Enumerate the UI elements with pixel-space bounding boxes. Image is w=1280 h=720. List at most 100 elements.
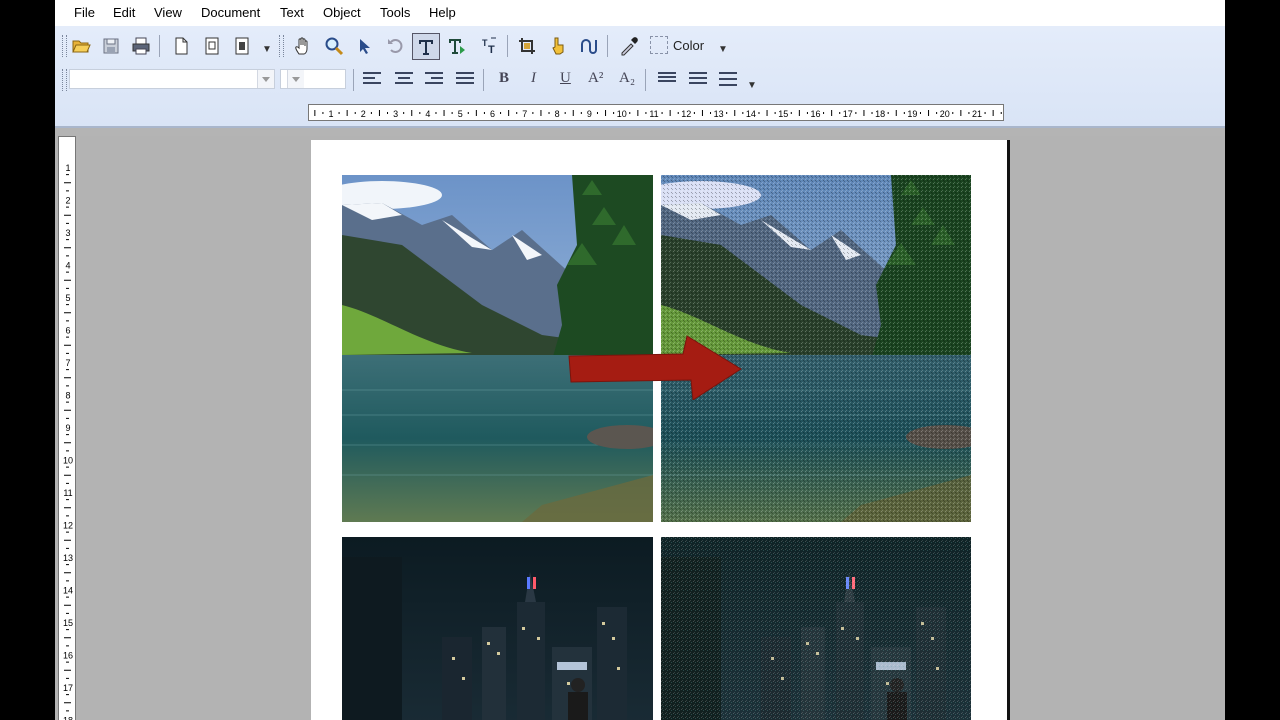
horizontal-ruler-ticks: 1 2 3 4 5 6 7 8 9 10 11 12 13 14 15 16 17 18 19 20 21 [314, 109, 1002, 119]
toolbar-separator [507, 35, 508, 57]
text-effect-icon[interactable] [445, 34, 469, 58]
ruler-label: 17 [843, 109, 853, 119]
ruler-label: 4 [425, 109, 430, 119]
font-size-select[interactable]: 12 [280, 69, 346, 89]
pointer-hand-icon[interactable] [546, 34, 570, 58]
ruler-label: 6 [65, 326, 70, 336]
ruler-label: 10 [63, 456, 73, 466]
ruler-label: 11 [649, 109, 658, 119]
ruler-label: 18 [63, 716, 73, 720]
text-resize-icon[interactable]: TT [477, 34, 501, 58]
bold-button[interactable]: B [499, 70, 509, 87]
align-left-icon[interactable] [363, 72, 381, 88]
ruler-label: 2 [361, 109, 366, 119]
ruler-label: 17 [63, 683, 73, 693]
application-window: File Edit View Document Text Object Tool… [55, 0, 1225, 720]
toolbar-separator [607, 35, 608, 57]
menu-file[interactable]: File [74, 5, 95, 20]
menu-bar: File Edit View Document Text Object Tool… [55, 0, 1225, 26]
select-arrow-icon[interactable] [353, 34, 377, 58]
toolbar-separator [159, 35, 160, 57]
align-justify-icon[interactable] [456, 72, 474, 88]
curve-icon[interactable] [577, 34, 601, 58]
line-spacing-single-icon[interactable] [658, 72, 676, 88]
ruler-label: 19 [907, 109, 917, 119]
svg-text:T: T [488, 44, 495, 56]
ruler-label: 11 [63, 488, 72, 498]
menu-view[interactable]: View [154, 5, 182, 20]
ruler-label: 3 [393, 109, 398, 119]
ruler-label: 12 [681, 109, 691, 119]
superscript-button[interactable]: A² [588, 70, 603, 87]
menu-text[interactable]: Text [280, 5, 304, 20]
ruler-label: 20 [940, 109, 950, 119]
ruler-label: 16 [810, 109, 820, 119]
ruler-label: 4 [65, 261, 70, 271]
menu-tools[interactable]: Tools [380, 5, 410, 20]
line-spacing-medium-icon[interactable] [689, 72, 707, 88]
ruler-label: 14 [746, 109, 756, 119]
chevron-down-icon[interactable]: ▼ [747, 80, 757, 91]
ruler-label: 5 [458, 109, 463, 119]
line-spacing-double-icon[interactable] [719, 72, 737, 88]
ruler-label: 10 [617, 109, 627, 119]
ruler-label: 2 [65, 196, 70, 206]
hand-tool-icon[interactable] [291, 34, 315, 58]
new-page-icon[interactable] [169, 34, 193, 58]
chevron-down-icon[interactable]: ▼ [262, 44, 272, 55]
ruler-label: 3 [65, 228, 70, 238]
vertical-ruler: 123456789101112131415161718 [58, 136, 76, 720]
ruler-label: 12 [63, 521, 73, 531]
ruler-label: 6 [490, 109, 495, 119]
chevron-down-icon[interactable]: ▼ [718, 44, 728, 55]
page-settings-icon[interactable] [230, 34, 254, 58]
ruler-label: 7 [65, 358, 70, 368]
vertical-ruler-ticks: 123456789101112131415161718 [63, 163, 73, 720]
ruler-label: 13 [714, 109, 724, 119]
italic-button[interactable]: I [531, 70, 536, 87]
chevron-down-icon[interactable] [287, 70, 304, 88]
color-swatch[interactable] [650, 36, 668, 54]
red-arrow-icon [568, 335, 742, 400]
chevron-down-icon[interactable] [257, 70, 274, 88]
print-icon[interactable] [129, 34, 153, 58]
eyedropper-icon[interactable] [617, 34, 641, 58]
page-copy-icon[interactable] [200, 34, 224, 58]
ruler-label: 9 [587, 109, 592, 119]
ruler-label: 8 [555, 109, 560, 119]
menu-help[interactable]: Help [429, 5, 456, 20]
ruler-label: 1 [65, 163, 70, 173]
ruler-label: 21 [972, 109, 982, 119]
toolbar-separator [353, 69, 354, 91]
open-folder-icon[interactable] [69, 34, 93, 58]
city-night-original-image[interactable] [342, 537, 653, 720]
ruler-label: 15 [778, 109, 788, 119]
toolbar-grip[interactable] [279, 35, 284, 57]
ruler-label: 8 [65, 391, 70, 401]
toolbar-separator [483, 69, 484, 91]
align-center-icon[interactable] [395, 72, 413, 88]
city-night-noisy-image[interactable] [661, 537, 971, 720]
document-page [311, 140, 1007, 720]
menu-document[interactable]: Document [201, 5, 260, 20]
align-right-icon[interactable] [425, 72, 443, 88]
toolbar-grip[interactable] [62, 35, 67, 57]
toolbar-grip[interactable] [62, 69, 67, 91]
font-name-select[interactable] [69, 69, 275, 89]
ruler-label: 5 [65, 293, 70, 303]
save-icon[interactable] [99, 34, 123, 58]
toolbar-separator [645, 69, 646, 91]
menu-edit[interactable]: Edit [113, 5, 135, 20]
zoom-icon[interactable] [322, 34, 346, 58]
ruler-label: 18 [875, 109, 885, 119]
color-label[interactable]: Color [673, 38, 704, 53]
subscript-button[interactable]: A₂ [619, 70, 635, 87]
ruler-label: 7 [522, 109, 527, 119]
undo-icon[interactable] [383, 34, 407, 58]
menu-object[interactable]: Object [323, 5, 361, 20]
text-tool-icon[interactable] [412, 33, 440, 60]
underline-button[interactable]: U [560, 70, 571, 87]
crop-icon[interactable] [515, 34, 539, 58]
ruler-label: 14 [63, 586, 73, 596]
ruler-label: 16 [63, 651, 73, 661]
